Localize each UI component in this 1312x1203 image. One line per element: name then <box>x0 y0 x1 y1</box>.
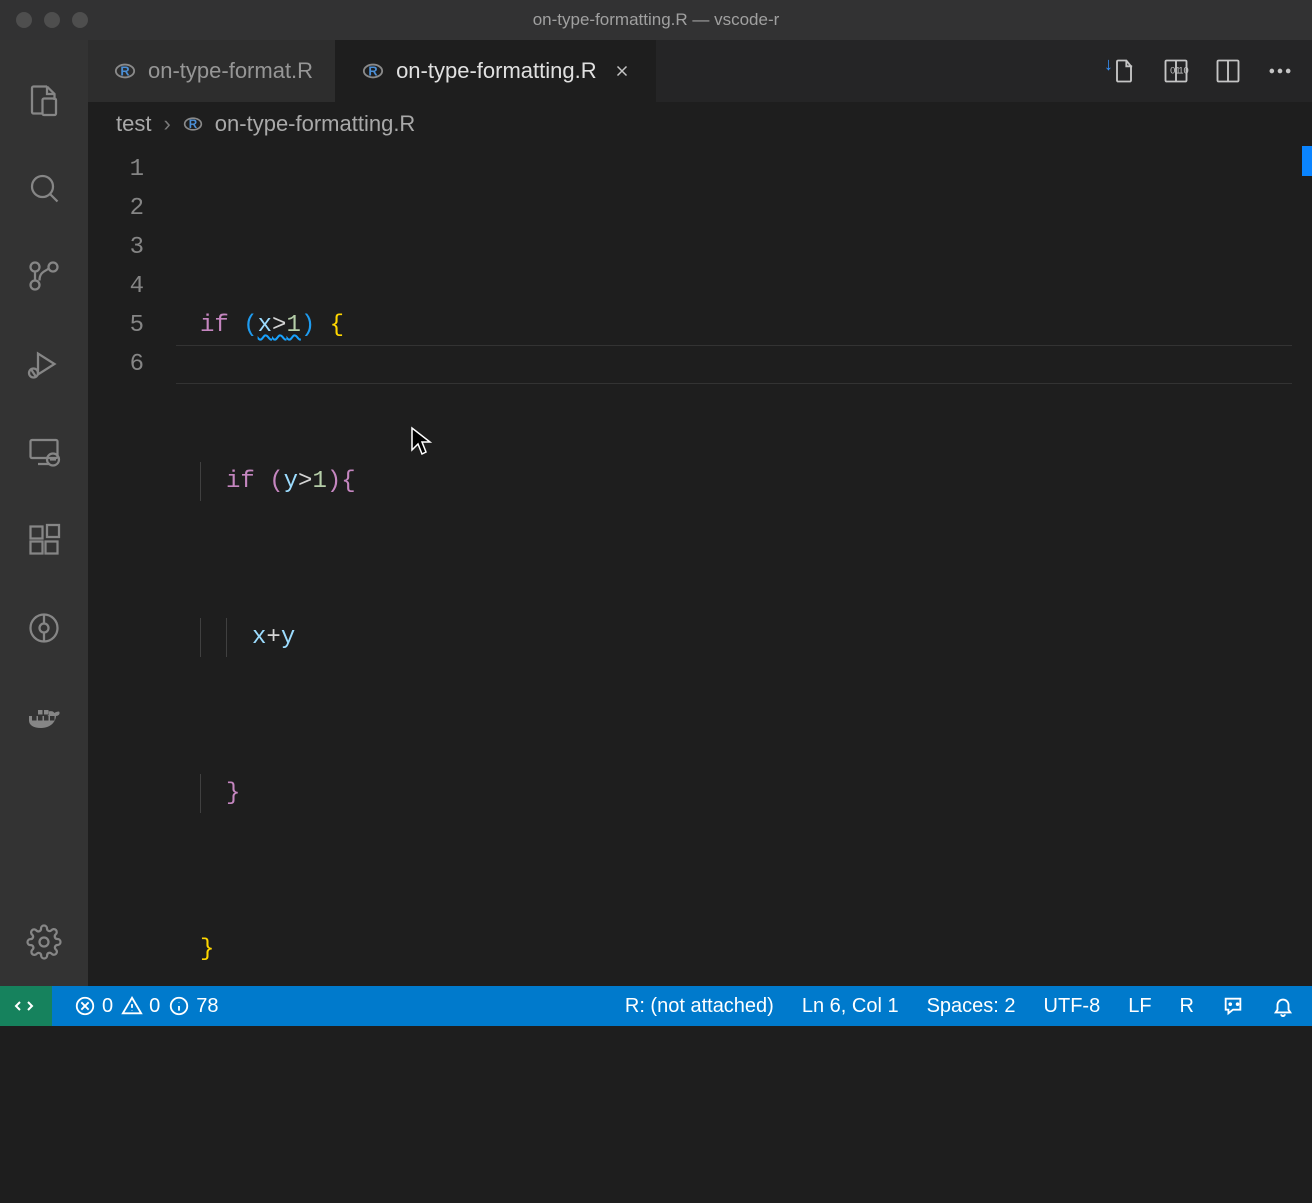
r-file-icon: R <box>183 114 203 134</box>
r-file-icon: R <box>362 60 384 82</box>
chevron-right-icon: › <box>163 111 170 137</box>
open-preview-icon[interactable]: 0110 <box>1162 57 1190 85</box>
split-editor-icon[interactable] <box>1214 57 1242 85</box>
line-numbers: 1 2 3 4 5 6 <box>88 146 176 1203</box>
svg-text:R: R <box>189 118 198 131</box>
window-controls <box>16 12 88 28</box>
tabs-row: R on-type-format.R R on-type-formatting.… <box>88 40 1312 102</box>
close-tab-icon[interactable] <box>613 62 633 80</box>
current-line-highlight <box>176 345 1292 384</box>
extensions-icon[interactable] <box>0 496 88 584</box>
gitlens-icon[interactable] <box>0 584 88 672</box>
remote-explorer-icon[interactable] <box>0 408 88 496</box>
close-window-button[interactable] <box>16 12 32 28</box>
source-control-icon[interactable] <box>0 232 88 320</box>
docker-icon[interactable] <box>0 672 88 760</box>
search-icon[interactable] <box>0 144 88 232</box>
settings-gear-icon[interactable] <box>0 898 88 986</box>
more-actions-icon[interactable] <box>1266 57 1294 85</box>
main-area: R on-type-format.R R on-type-formatting.… <box>0 40 1312 986</box>
activity-bar <box>0 40 88 986</box>
svg-text:10: 10 <box>1178 65 1188 75</box>
svg-text:R: R <box>120 64 129 79</box>
explorer-icon[interactable] <box>0 56 88 144</box>
remote-indicator[interactable] <box>0 986 52 1026</box>
breadcrumb-folder[interactable]: test <box>116 111 151 137</box>
breadcrumb-file[interactable]: on-type-formatting.R <box>215 111 416 137</box>
code-editor[interactable]: 1 2 3 4 5 6 if (x>1) { if (y>1){ x+y } } <box>88 146 1312 1203</box>
breadcrumb[interactable]: test › R on-type-formatting.R <box>88 102 1312 146</box>
svg-text:R: R <box>368 64 377 79</box>
tab-on-type-formatting[interactable]: R on-type-formatting.R <box>336 40 656 102</box>
tab-label: on-type-format.R <box>148 58 313 84</box>
title-bar: on-type-formatting.R — vscode-r <box>0 0 1312 40</box>
tab-label: on-type-formatting.R <box>396 58 597 84</box>
r-file-icon: R <box>114 60 136 82</box>
window-title: on-type-formatting.R — vscode-r <box>16 10 1296 30</box>
run-debug-icon[interactable] <box>0 320 88 408</box>
tab-on-type-format[interactable]: R on-type-format.R <box>88 40 336 102</box>
compare-changes-icon[interactable]: ↓ <box>1110 57 1138 85</box>
editor-area: R on-type-format.R R on-type-formatting.… <box>88 40 1312 986</box>
code-content[interactable]: if (x>1) { if (y>1){ x+y } } <box>176 146 1312 1203</box>
zoom-window-button[interactable] <box>72 12 88 28</box>
minimize-window-button[interactable] <box>44 12 60 28</box>
tab-actions: ↓ 0110 <box>1092 40 1312 102</box>
